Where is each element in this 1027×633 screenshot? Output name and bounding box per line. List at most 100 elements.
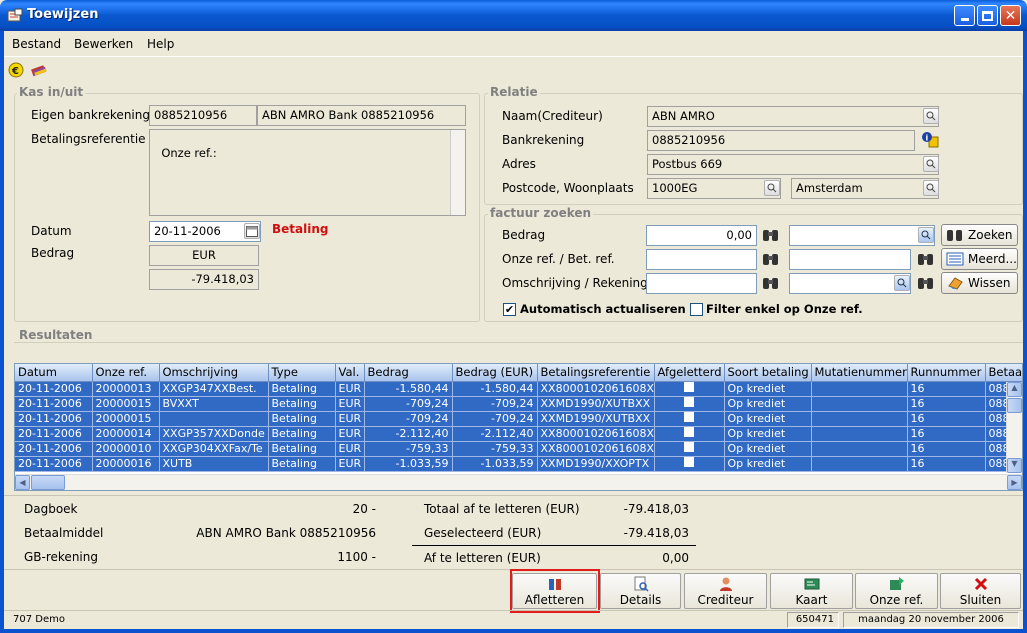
table-cell: -709,24 — [452, 411, 538, 427]
binoculars-icon[interactable] — [761, 227, 781, 243]
omschrijving-input[interactable] — [646, 273, 757, 294]
kaart-button[interactable]: Kaart — [770, 573, 853, 609]
table-cell: -709,24 — [364, 411, 453, 427]
binoculars-icon[interactable] — [761, 251, 781, 267]
column-header[interactable]: Type — [268, 364, 336, 382]
binoculars-icon[interactable] — [916, 251, 936, 267]
afgeletterd-checkbox[interactable] — [684, 382, 694, 392]
woonplaats-field: Amsterdam — [791, 178, 939, 199]
table-cell: 20000015 — [92, 396, 160, 412]
onze-ref-button[interactable]: Onze ref. — [855, 573, 938, 609]
scroll-left-icon[interactable]: ◀ — [15, 475, 30, 490]
zoeken-bedrag-input[interactable]: 0,00 — [646, 225, 757, 246]
table-cell: 20000014 — [92, 426, 160, 442]
af-te-letteren-label: Af te letteren (EUR) — [424, 551, 541, 565]
column-header[interactable]: Runnummer — [907, 364, 986, 382]
zoeken-button[interactable]: Zoeken — [941, 224, 1018, 246]
title-bar[interactable] — [0, 0, 1027, 31]
binoculars-icon[interactable] — [761, 275, 781, 291]
betalingsreferentie-textarea[interactable]: Onze ref.: — [149, 129, 466, 216]
table-cell: EUR — [335, 456, 365, 472]
adres-lookup-icon[interactable] — [923, 156, 939, 172]
wissen-button[interactable]: Wissen — [941, 272, 1018, 294]
column-header[interactable]: Omschrijving — [159, 364, 269, 382]
meerd-button[interactable]: Meerd... — [941, 248, 1018, 270]
column-header[interactable]: Afgeletterd — [654, 364, 725, 382]
column-header[interactable]: Bedrag (EUR) — [452, 364, 538, 382]
column-header[interactable]: Mutatienummer — [811, 364, 908, 382]
table-cell: Op krediet — [724, 381, 812, 397]
zoeken-bedrag-extra-input[interactable] — [789, 225, 935, 246]
table-cell — [654, 441, 725, 457]
column-header[interactable]: Onze ref. — [92, 364, 160, 382]
scroll-thumb[interactable] — [1007, 398, 1022, 413]
euro-icon[interactable]: € — [8, 62, 24, 78]
close-button[interactable]: ✕ — [1000, 5, 1021, 26]
resultaten-grid[interactable]: Datum Onze ref. Omschrijving Type Val. Bedrag… — [14, 363, 1023, 491]
table-row[interactable]: 20-11-2006 20000013 XXGP347XXBest. Betaling… — [15, 381, 1022, 397]
table-cell: EUR — [335, 381, 365, 397]
meerd-button-label: Meerd... — [968, 252, 1017, 266]
minimize-button[interactable] — [954, 5, 975, 26]
totaal-label: Totaal af te letteren (EUR) — [424, 502, 580, 516]
sluiten-button[interactable]: Sluiten — [940, 573, 1021, 609]
filter-onze-ref-checkbox[interactable] — [690, 303, 703, 316]
grid-horizontal-scrollbar[interactable]: ◀ ▶ — [15, 474, 1022, 490]
table-row[interactable]: 20-11-2006 20000014 XXGP357XXDonde Betaling… — [15, 426, 1022, 442]
postcode-lookup-icon[interactable] — [764, 180, 780, 196]
woonplaats-lookup-icon[interactable] — [923, 180, 939, 196]
column-header[interactable]: Betalingsreferentie — [537, 364, 655, 382]
info-icon[interactable]: i — [921, 131, 939, 149]
menu-help[interactable]: Help — [147, 37, 174, 51]
scroll-down-icon[interactable]: ▼ — [1007, 458, 1022, 473]
gb-rekening-value: 1100 - — [337, 550, 376, 564]
scroll-up-icon[interactable]: ▲ — [1007, 382, 1022, 397]
gb-rekening-label: GB-rekening — [24, 550, 98, 564]
table-cell: Op krediet — [724, 426, 812, 442]
table-row[interactable]: 20-11-2006 20000015 BVXXT Betaling EUR -709,2… — [15, 396, 1022, 412]
rekening-input[interactable] — [789, 273, 911, 294]
column-header[interactable]: Soort betaling — [724, 364, 812, 382]
afgeletterd-checkbox[interactable] — [684, 412, 694, 422]
grid-vertical-scrollbar[interactable]: ▲ ▼ — [1006, 382, 1022, 473]
afgeletterd-checkbox[interactable] — [684, 457, 694, 467]
naam-lookup-icon[interactable] — [923, 108, 939, 124]
onze-ref-input[interactable] — [646, 249, 757, 270]
details-button[interactable]: Details — [600, 573, 681, 609]
details-icon — [634, 576, 649, 592]
zoeken-bedrag-lookup-icon[interactable] — [918, 227, 934, 243]
ref-scrollbar[interactable] — [450, 130, 465, 215]
afgeletterd-checkbox[interactable] — [684, 442, 694, 452]
h-scroll-thumb[interactable] — [31, 475, 65, 490]
table-cell: 16 — [907, 411, 986, 427]
column-header[interactable]: Bedrag — [364, 364, 453, 382]
calendar-icon[interactable] — [244, 223, 260, 239]
column-header[interactable]: Betaal — [985, 364, 1022, 382]
afgeletterd-checkbox[interactable] — [684, 397, 694, 407]
binoculars-icon[interactable] — [916, 275, 936, 291]
table-row[interactable]: 20-11-2006 20000015 Betaling EUR -709,24 -709… — [15, 411, 1022, 427]
minimize-icon — [960, 18, 969, 21]
menu-bewerken[interactable]: Bewerken — [74, 37, 133, 51]
auto-actualiseren-checkbox[interactable]: ✔ — [503, 303, 516, 316]
table-cell: Betaling — [268, 456, 336, 472]
table-cell: EUR — [335, 441, 365, 457]
afgeletterd-checkbox[interactable] — [684, 427, 694, 437]
column-header[interactable]: Datum — [15, 364, 93, 382]
bedrag-label: Bedrag — [31, 246, 75, 260]
column-header[interactable]: Val. — [335, 364, 365, 382]
close-x-icon — [974, 577, 987, 590]
books-icon[interactable] — [30, 62, 48, 78]
rekening-lookup-icon[interactable] — [894, 275, 910, 291]
maximize-button[interactable] — [977, 5, 998, 26]
eigen-bankrekening-label: Eigen bankrekening — [31, 108, 150, 122]
menu-bestand[interactable]: Bestand — [12, 37, 61, 51]
table-cell: -709,24 — [452, 396, 538, 412]
bet-ref-input[interactable] — [789, 249, 911, 270]
postcode-label: Postcode, Woonplaats — [502, 181, 634, 195]
crediteur-button[interactable]: Crediteur — [684, 573, 767, 609]
table-cell: Betaling — [268, 396, 336, 412]
table-row[interactable]: 20-11-2006 20000016 XUTB Betaling EUR -1.033,… — [15, 456, 1022, 472]
table-row[interactable]: 20-11-2006 20000010 XXGP304XXFax/Te Betalin… — [15, 441, 1022, 457]
scroll-right-icon[interactable]: ▶ — [1007, 475, 1022, 490]
